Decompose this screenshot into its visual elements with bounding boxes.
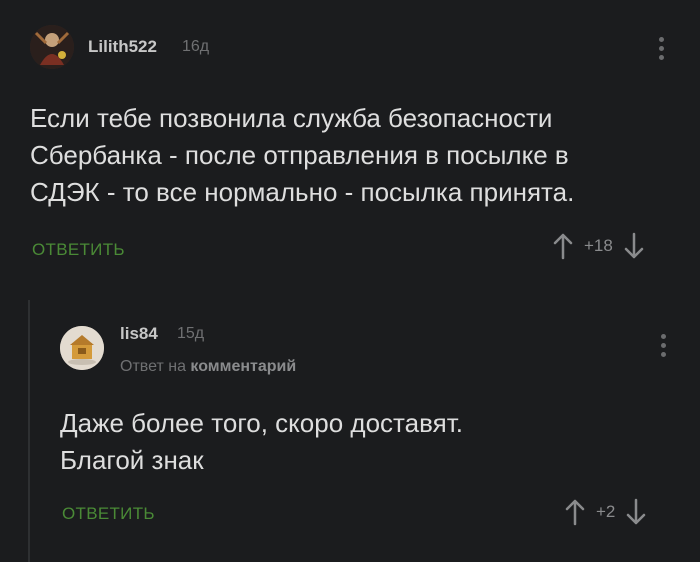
vote-controls: +18: [552, 232, 645, 260]
downvote-arrow-icon[interactable]: [623, 232, 645, 260]
more-options-icon[interactable]: [659, 37, 665, 60]
rating-count: +2: [596, 502, 616, 521]
user-avatar-icon[interactable]: [60, 326, 104, 370]
more-options-icon[interactable]: [661, 334, 667, 357]
reply-comment: lis84 15д Ответ на комментарий Даже боле…: [28, 300, 700, 562]
comment-text: Даже более того, скоро доставят. Благой …: [60, 408, 463, 475]
user-avatar-icon[interactable]: [30, 25, 74, 69]
username[interactable]: Lilith522: [88, 37, 157, 57]
reply-to-label: Ответ на комментарий: [120, 358, 296, 376]
comment-time: 15д: [177, 325, 205, 342]
upvote-arrow-icon[interactable]: [564, 498, 586, 526]
downvote-arrow-icon[interactable]: [625, 498, 647, 526]
username[interactable]: lis84: [120, 324, 158, 344]
reply-button[interactable]: ОТВЕТИТЬ: [62, 504, 155, 524]
comment: Lilith522 16д Если тебе позвонила служба…: [0, 0, 700, 275]
comment-time: 16д: [182, 38, 210, 55]
upvote-arrow-icon[interactable]: [552, 232, 574, 260]
comment-text: Если тебе позвонила служба безопасности …: [30, 103, 575, 207]
reply-to-prefix: Ответ на: [120, 358, 186, 375]
reply-to-link[interactable]: комментарий: [190, 358, 296, 375]
reply-button[interactable]: ОТВЕТИТЬ: [32, 240, 125, 260]
rating-count: +18: [584, 236, 613, 255]
vote-controls: +2: [564, 498, 647, 526]
